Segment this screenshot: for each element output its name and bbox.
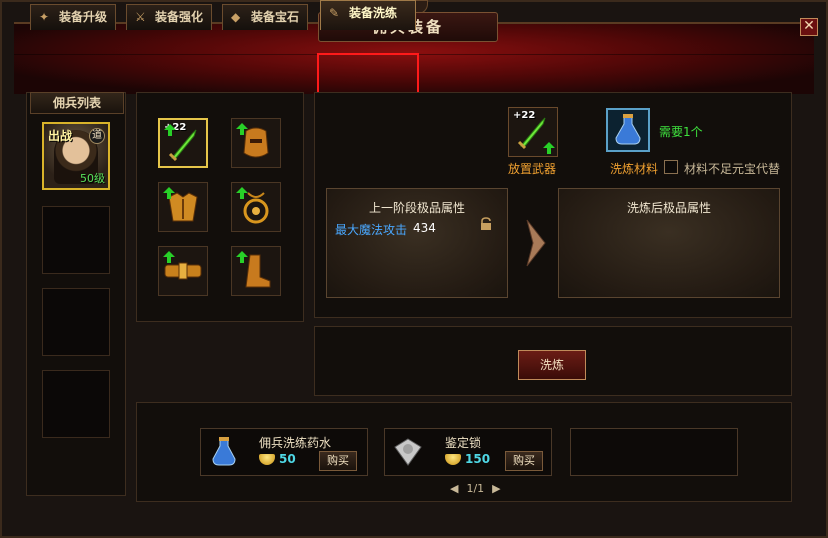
potion-icon	[615, 114, 641, 145]
equip-slot-weapon[interactable]: +22	[158, 118, 208, 168]
tab-label: 装备宝石	[251, 10, 300, 24]
buy-button[interactable]: 购买	[505, 451, 543, 471]
equip-slot-boots[interactable]	[231, 246, 281, 296]
attr-name: 最大魔法攻击	[335, 223, 408, 237]
tab-label: 装备升级	[59, 10, 108, 24]
potion-icon	[212, 437, 236, 466]
pagination: ◀ 1/1 ▶	[446, 482, 505, 495]
next-page-icon[interactable]: ▶	[492, 482, 500, 495]
scroll-icon: ✎	[329, 6, 340, 20]
merc-level: 50级	[80, 172, 105, 185]
upgrade-arrow-icon	[236, 123, 248, 135]
material-label: 洗炼材料	[610, 162, 659, 176]
tab-refine[interactable]: ✎ 装备洗练	[320, 0, 416, 30]
after-attributes-title: 洗炼后极品属性	[626, 201, 711, 215]
mercenary-slot-empty[interactable]	[42, 288, 110, 356]
tab-highlight-box	[317, 53, 419, 97]
shop-item-empty	[570, 428, 738, 476]
gold-ingot-icon	[445, 454, 461, 465]
refine-button[interactable]: 洗炼	[518, 350, 586, 380]
equip-slot-belt[interactable]	[158, 246, 208, 296]
gem-icon: ◆	[231, 10, 241, 24]
shop-item-price: 50	[279, 452, 296, 466]
equip-slot-helmet[interactable]	[231, 118, 281, 168]
shop-item-price: 150	[465, 452, 491, 466]
page-indicator: 1/1	[466, 482, 485, 495]
close-button[interactable]: ✕	[800, 18, 818, 36]
prev-page-icon[interactable]: ◀	[450, 482, 458, 495]
equip-slot-armor[interactable]	[158, 182, 208, 232]
prev-attributes-title: 上一阶段极品属性	[368, 201, 465, 215]
mercenary-slot-empty[interactable]	[42, 206, 110, 274]
tab-gem[interactable]: ◆ 装备宝石	[222, 4, 308, 30]
material-need-count: 需要1个	[659, 125, 703, 139]
mercenary-slot-empty[interactable]	[42, 370, 110, 438]
prev-attributes-panel: 上一阶段极品属性 最大魔法攻击 434	[326, 188, 508, 298]
shop-item-lock: 鉴定锁 150 购买	[384, 428, 552, 476]
gold-ingot-icon	[259, 454, 275, 465]
merc-class-badge: 道	[89, 128, 105, 144]
equip-slot-necklace[interactable]	[231, 182, 281, 232]
substitute-checkbox[interactable]	[664, 160, 678, 174]
material-slot[interactable]	[606, 108, 650, 152]
upgrade-arrow-icon	[236, 251, 248, 263]
mercenary-slot-active[interactable]: 出战 道 50级	[42, 122, 110, 190]
shop-item-potion: 佣兵洗练药水 50 购买	[200, 428, 368, 476]
upgrade-arrow-icon	[163, 251, 175, 263]
tab-label: 装备洗练	[349, 6, 398, 20]
enhance-level: +22	[513, 110, 536, 121]
upgrade-icon: ✦	[39, 10, 50, 24]
arrow-right-icon	[526, 219, 546, 267]
appraisal-lock-icon	[394, 438, 422, 466]
weapon-place-slot[interactable]: +22	[508, 107, 558, 157]
tab-upgrade[interactable]: ✦ 装备升级	[30, 4, 116, 30]
upgrade-arrow-icon	[543, 142, 555, 154]
substitute-label: 材料不足元宝代替	[684, 162, 781, 176]
mercenary-list-title: 佣兵列表	[30, 92, 124, 114]
shop-item-name: 佣兵洗练药水	[259, 436, 332, 450]
shop-item-name: 鉴定锁	[445, 436, 482, 450]
tab-enhance[interactable]: ⚔ 装备强化	[126, 4, 212, 30]
upgrade-arrow-icon	[164, 124, 176, 136]
attr-value: 434	[413, 221, 436, 235]
weapon-place-label: 放置武器	[508, 162, 557, 176]
upgrade-arrow-icon	[236, 187, 248, 199]
tab-label: 装备强化	[155, 10, 204, 24]
merc-status: 出战	[48, 129, 73, 143]
buy-button[interactable]: 购买	[319, 451, 357, 471]
sword-icon: ⚔	[135, 10, 146, 24]
upgrade-arrow-icon	[163, 187, 175, 199]
after-attributes-panel: 洗炼后极品属性	[558, 188, 780, 298]
lock-icon[interactable]	[479, 217, 493, 231]
